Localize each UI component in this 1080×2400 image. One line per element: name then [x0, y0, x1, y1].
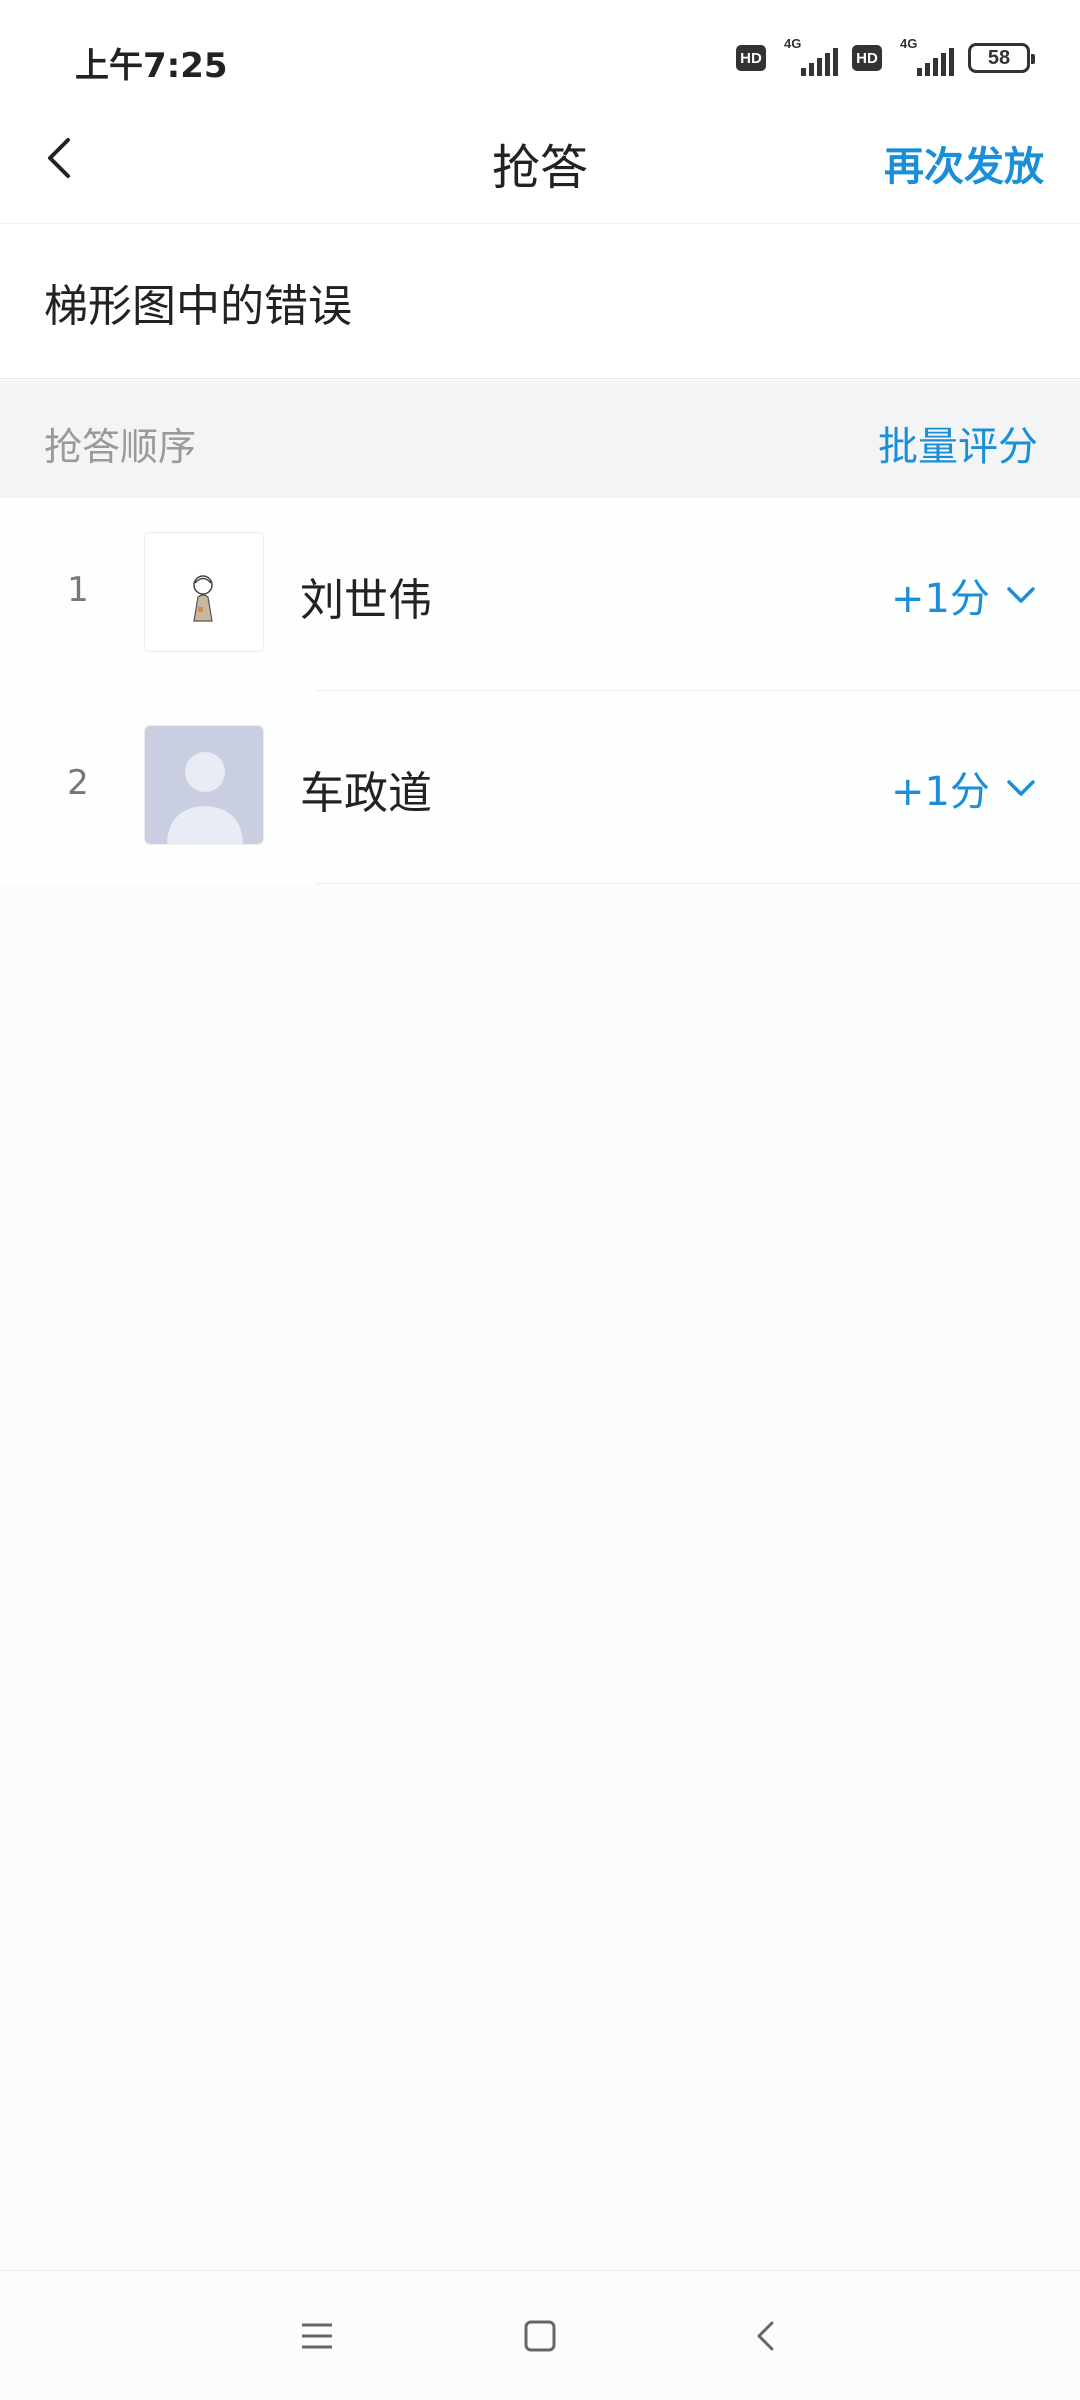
score-label: +1分 [891, 769, 990, 815]
home-icon [524, 2320, 556, 2352]
signal-icon: 4G [780, 36, 838, 78]
status-indicators: HD 4G HD 4G 58 [736, 36, 1035, 78]
student-name: 刘世伟 [300, 575, 432, 626]
network-type-label: 4G [784, 36, 802, 51]
menu-button[interactable] [292, 2311, 342, 2361]
rank-number: 2 [67, 763, 89, 803]
system-back-button[interactable] [742, 2311, 792, 2361]
network-type-label: 4G [900, 36, 918, 51]
status-bar: 上午7:25 HD 4G HD 4G 58 [0, 0, 1080, 100]
sketch-avatar-icon [145, 533, 263, 651]
rank-number: 1 [67, 570, 89, 610]
battery-level: 58 [987, 46, 1011, 69]
menu-icon [302, 2323, 332, 2349]
score-label: +1分 [891, 576, 990, 622]
home-button[interactable] [515, 2311, 565, 2361]
nav-bar: 抢答 再次发放 [0, 100, 1080, 224]
score-dropdown[interactable]: +1分 [891, 566, 1038, 624]
system-nav-bar [0, 2270, 1080, 2400]
chevron-down-icon [1004, 771, 1038, 805]
hd-icon: HD [736, 45, 766, 71]
screen: 上午7:25 HD 4G HD 4G 58 抢答 再次发放 梯形图中的错误 抢答… [0, 0, 1080, 2400]
battery-icon: 58 [968, 43, 1035, 73]
back-icon [757, 2321, 774, 2351]
avatar[interactable] [144, 532, 264, 652]
hd-icon: HD [852, 45, 882, 71]
answer-list: 1 刘世伟 +1分 2 车政道 +1分 [0, 498, 1080, 884]
question-section: 梯形图中的错误 [0, 224, 1080, 379]
score-dropdown[interactable]: +1分 [891, 759, 1038, 817]
section-label: 抢答顺序 [44, 425, 197, 469]
batch-score-button[interactable]: 批量评分 [878, 414, 1038, 472]
question-title: 梯形图中的错误 [44, 281, 352, 332]
signal-icon: 4G [896, 36, 954, 78]
student-name: 车政道 [300, 768, 432, 819]
list-item[interactable]: 1 刘世伟 +1分 [0, 498, 1080, 691]
list-item[interactable]: 2 车政道 +1分 [0, 691, 1080, 884]
section-header: 抢答顺序 批量评分 [0, 380, 1080, 498]
avatar[interactable] [144, 725, 264, 845]
status-time: 上午7:25 [75, 46, 228, 86]
redistribute-button[interactable]: 再次发放 [884, 134, 1044, 192]
default-avatar-icon [145, 726, 263, 844]
chevron-down-icon [1004, 578, 1038, 612]
row-divider [316, 883, 1080, 884]
